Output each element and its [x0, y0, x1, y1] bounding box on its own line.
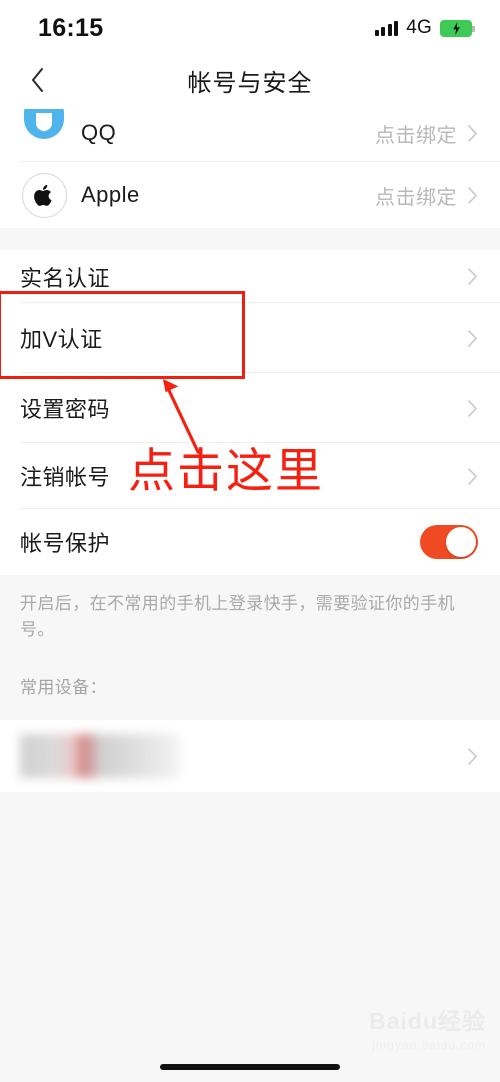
home-indicator[interactable]	[160, 1064, 340, 1070]
signal-bars-icon	[374, 20, 399, 36]
apple-glyph-icon	[34, 184, 52, 206]
chevron-left-icon	[31, 68, 43, 92]
account-action-qq: 点击绑定	[375, 124, 457, 147]
status-indicators: 4G	[374, 17, 475, 39]
section-gap	[0, 228, 500, 250]
chevron-right-icon	[467, 747, 478, 765]
settings-label-realname: 实名认证	[20, 265, 111, 291]
network-type-label: 4G	[406, 17, 432, 38]
security-settings-section: 实名认证 加V认证 设置密码 注销帐号 帐号保护	[0, 250, 500, 575]
page-background-fill	[0, 792, 500, 1082]
bound-accounts-section: QQ 点击绑定 Apple 点击绑定	[0, 104, 500, 228]
back-button[interactable]	[22, 65, 52, 95]
account-row-apple[interactable]: Apple 点击绑定	[0, 162, 500, 228]
status-bar: 16:15 4G	[0, 0, 500, 56]
chevron-right-icon	[467, 329, 478, 347]
settings-row-delete-account[interactable]: 注销帐号	[0, 443, 500, 509]
page-title: 帐号与安全	[187, 69, 313, 97]
lightning-bolt-icon	[452, 21, 460, 35]
settings-label-set-password: 设置密码	[20, 397, 111, 422]
protection-description: 开启后，在不常用的手机上登录快手，需要验证你的手机号。	[20, 594, 455, 639]
toggle-knob	[446, 527, 476, 557]
settings-label-delete-account: 注销帐号	[20, 465, 111, 490]
settings-row-set-password[interactable]: 设置密码	[0, 373, 500, 443]
navigation-bar: 帐号与安全	[0, 56, 500, 104]
settings-label-account-protection: 帐号保护	[20, 531, 111, 556]
apple-logo-icon	[20, 171, 68, 219]
settings-row-realname[interactable]: 实名认证	[0, 250, 500, 303]
account-protection-toggle[interactable]	[420, 525, 478, 559]
account-label-qq: QQ	[81, 120, 117, 145]
qq-logo-icon	[20, 109, 68, 157]
account-action-apple: 点击绑定	[375, 186, 457, 209]
chevron-right-icon	[467, 186, 478, 204]
phone-screen: 16:15 4G 帐号与安全 QQ 点击绑定 Apple 点击绑定 实名认证 加…	[0, 0, 500, 1082]
chevron-right-icon	[467, 267, 478, 286]
chevron-right-icon	[467, 399, 478, 417]
status-time: 16:15	[38, 13, 104, 42]
device-row[interactable]	[0, 720, 500, 792]
battery-charging-icon	[440, 19, 475, 37]
account-row-qq[interactable]: QQ 点击绑定	[0, 104, 500, 162]
settings-label-v-verification: 加V认证	[20, 327, 103, 352]
account-label-apple: Apple	[81, 182, 140, 207]
chevron-right-icon	[467, 124, 478, 142]
device-name-masked	[20, 734, 180, 778]
devices-section-label: 常用设备：	[20, 678, 107, 697]
protection-info-block: 开启后，在不常用的手机上登录快手，需要验证你的手机号。 常用设备：	[0, 575, 500, 720]
settings-row-v-verification[interactable]: 加V认证	[0, 303, 500, 373]
chevron-right-icon	[467, 467, 478, 485]
content-scroll-area[interactable]: QQ 点击绑定 Apple 点击绑定 实名认证 加V认证 设置密码 注销帐号 帐…	[0, 104, 500, 1082]
settings-row-account-protection[interactable]: 帐号保护	[0, 509, 500, 575]
